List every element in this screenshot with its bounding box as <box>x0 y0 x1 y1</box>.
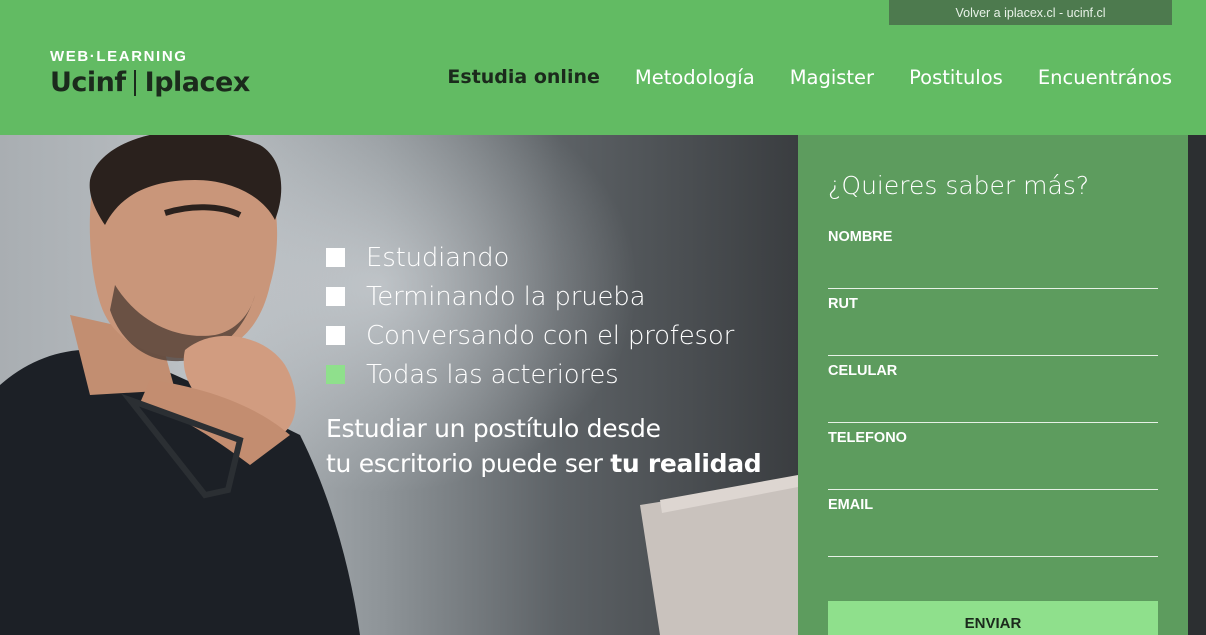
logo-tagline: WEB·LEARNING <box>50 48 188 65</box>
checklist-item-label: Conversando con el profesor <box>366 320 735 351</box>
field-email: EMAIL <box>828 497 1158 557</box>
celular-input[interactable] <box>828 393 1158 423</box>
checklist-item-label: Todas las acteriores <box>366 359 619 390</box>
telefono-input[interactable] <box>828 460 1158 490</box>
field-label: NOMBRE <box>828 229 893 245</box>
field-label: CELULAR <box>828 363 898 379</box>
hero-tagline: Estudiar un postítulo desde tu escritori… <box>326 411 762 481</box>
nav-item-estudia-online[interactable]: Estudia online <box>447 66 599 89</box>
checklist-item: Estudiando <box>326 238 734 277</box>
hero-tagline-line-2: tu escritorio puede ser tu realidad <box>326 446 762 481</box>
field-label: RUT <box>828 296 858 312</box>
logo-brand-iplacex: Iplacex <box>144 67 251 98</box>
page-scrollbar[interactable] <box>1188 135 1206 635</box>
checklist-item: Todas las acteriores <box>326 355 734 394</box>
nav-item-encuentranos[interactable]: Encuentrános <box>1038 66 1172 89</box>
field-label: TELEFONO <box>828 430 907 446</box>
nombre-input[interactable] <box>828 259 1158 289</box>
nav-item-postitulos[interactable]: Postitulos <box>909 66 1003 89</box>
checkbox-square-icon[interactable] <box>326 365 345 384</box>
form-title: ¿Quieres saber más? <box>828 171 1090 200</box>
field-nombre: NOMBRE <box>828 229 1158 289</box>
checkbox-square-icon[interactable] <box>326 248 345 267</box>
hero-tagline-highlight: tu realidad <box>610 449 762 478</box>
checkbox-square-icon[interactable] <box>326 287 345 306</box>
logo-divider <box>133 69 136 96</box>
field-rut: RUT <box>828 296 1158 356</box>
hero-checklist: Estudiando Terminando la prueba Conversa… <box>326 238 734 394</box>
nav-item-magister[interactable]: Magister <box>790 66 874 89</box>
logo-brand: Ucinf Iplacex <box>50 67 250 98</box>
back-to-main-site-link[interactable]: Volver a iplacex.cl - ucinf.cl <box>889 0 1172 25</box>
contact-form-panel: ¿Quieres saber más? NOMBRE RUT CELULAR T… <box>798 135 1188 635</box>
checkbox-square-icon[interactable] <box>326 326 345 345</box>
logo-brand-ucinf: Ucinf <box>50 67 126 98</box>
site-logo[interactable]: WEB·LEARNING Ucinf Iplacex <box>50 48 250 98</box>
checklist-item-label: Estudiando <box>366 242 510 273</box>
checklist-item: Conversando con el profesor <box>326 316 734 355</box>
field-celular: CELULAR <box>828 363 1158 423</box>
main-nav: Estudia online Metodología Magister Post… <box>447 66 1172 89</box>
checklist-item: Terminando la prueba <box>326 277 734 316</box>
hero-banner: Estudiando Terminando la prueba Conversa… <box>0 135 798 635</box>
hero-tagline-line-1: Estudiar un postítulo desde <box>326 414 661 443</box>
checklist-item-label: Terminando la prueba <box>366 281 646 312</box>
rut-input[interactable] <box>828 326 1158 356</box>
nav-item-metodologia[interactable]: Metodología <box>635 66 755 89</box>
email-input[interactable] <box>828 527 1158 557</box>
field-telefono: TELEFONO <box>828 430 1158 490</box>
submit-button[interactable]: ENVIAR <box>828 601 1158 635</box>
hero-tagline-line-2-text: tu escritorio puede ser <box>326 449 603 478</box>
field-label: EMAIL <box>828 497 874 513</box>
